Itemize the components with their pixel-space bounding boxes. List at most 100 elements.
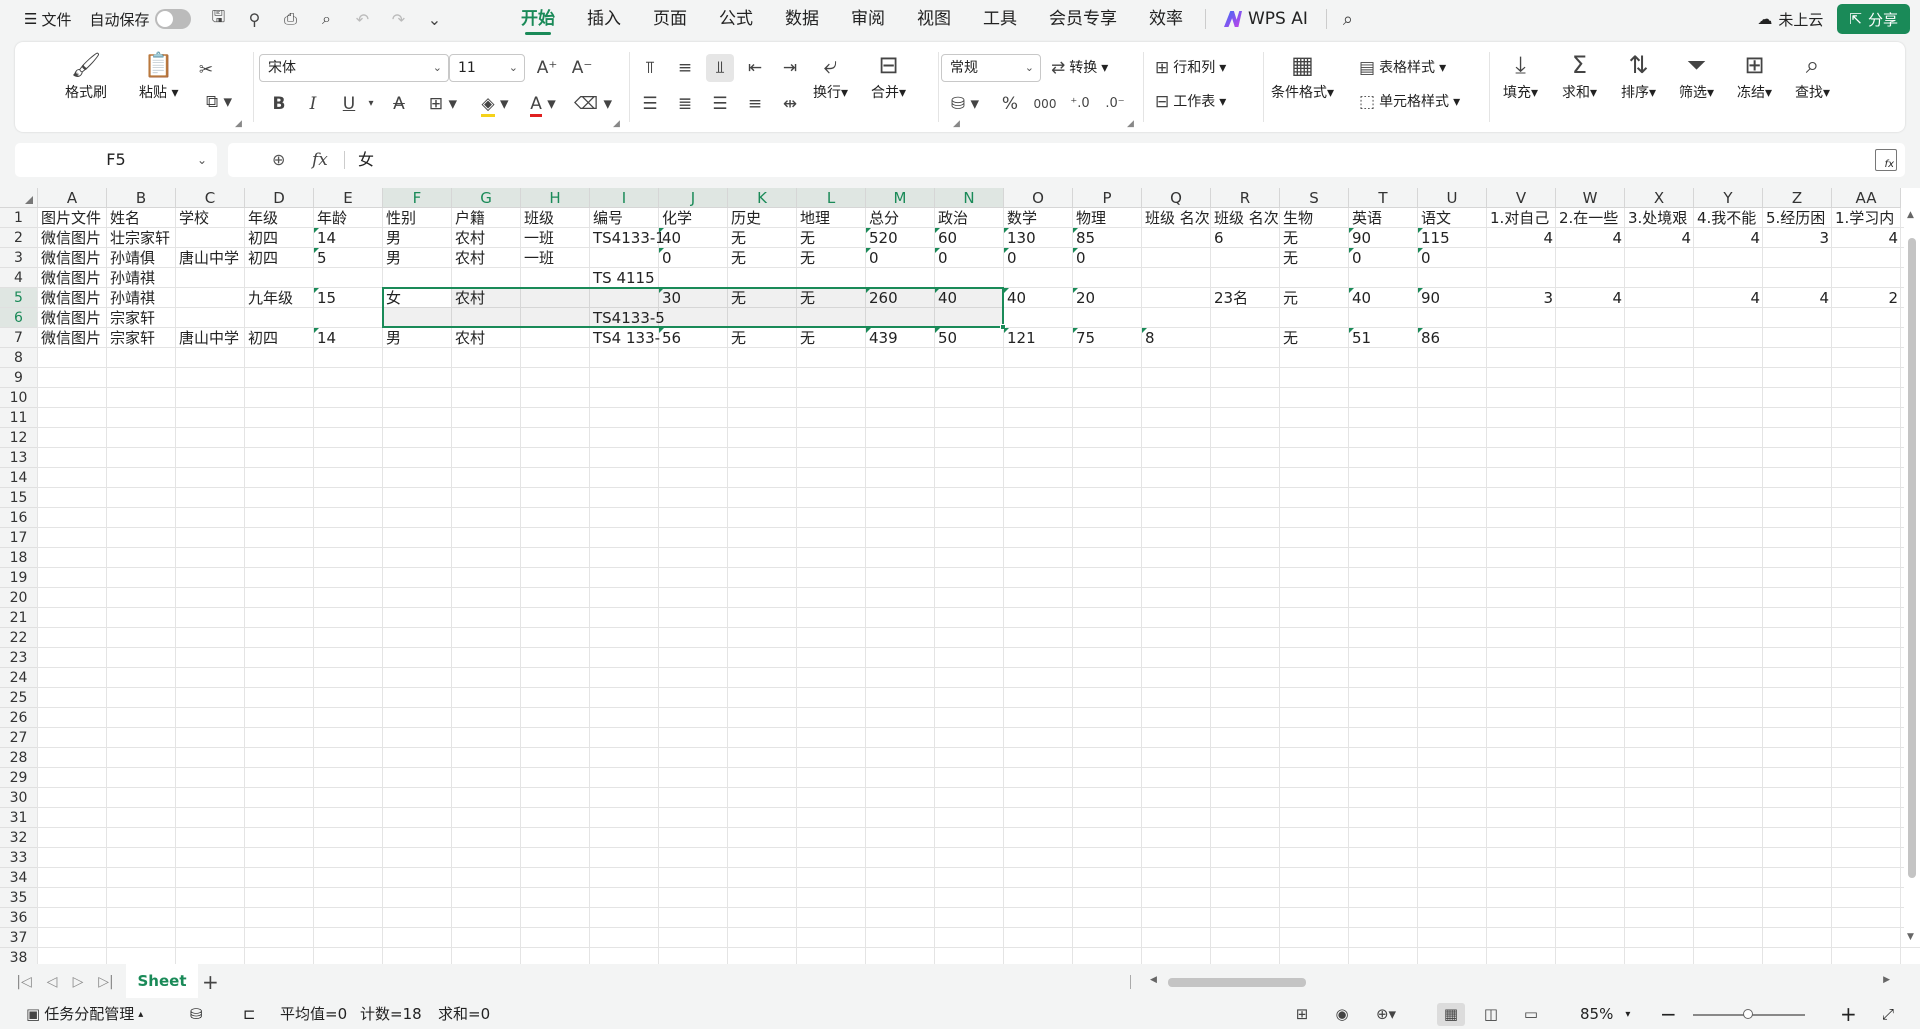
cell-l5[interactable]: 无	[797, 288, 866, 308]
cell-n2[interactable]: 60	[935, 228, 1004, 248]
row-header-35[interactable]: 35	[0, 888, 38, 908]
cell-n7[interactable]: 50	[935, 328, 1004, 348]
print-icon[interactable]: ⎙	[275, 9, 305, 29]
cell-a7[interactable]: 微信图片	[38, 328, 107, 348]
fill-button[interactable]: ⤓ 填充▾	[1503, 48, 1538, 102]
column-header-c[interactable]: C	[176, 188, 245, 208]
currency-icon[interactable]: ⛁ ▾	[945, 90, 985, 118]
row-header-17[interactable]: 17	[0, 528, 38, 548]
cell-m5[interactable]: 260	[866, 288, 935, 308]
copy-icon[interactable]: ⧉ ▾	[197, 88, 241, 116]
sum-button[interactable]: Σ 求和▾	[1562, 48, 1597, 102]
row-header-36[interactable]: 36	[0, 908, 38, 928]
cell-e1[interactable]: 年龄	[314, 208, 383, 228]
scroll-down-icon[interactable]: ▼	[1907, 932, 1914, 942]
cell-j1[interactable]: 化学	[659, 208, 728, 228]
cell-h1[interactable]: 班级	[521, 208, 590, 228]
cell-m3[interactable]: 0	[866, 248, 935, 268]
cell-d2[interactable]: 初四	[245, 228, 314, 248]
align-top-icon[interactable]: ⫪	[636, 54, 664, 82]
cell-h2[interactable]: 一班	[521, 228, 590, 248]
cell-p2[interactable]: 85	[1073, 228, 1142, 248]
cell-j3[interactable]: 0	[659, 248, 728, 268]
bold-button[interactable]: B	[265, 90, 293, 118]
row-header-5[interactable]: 5	[0, 288, 38, 308]
row-header-22[interactable]: 22	[0, 628, 38, 648]
distributed-align-icon[interactable]: ⇹	[776, 90, 804, 118]
cell-s1[interactable]: 生物	[1280, 208, 1349, 228]
font-name-select[interactable]: 宋体 ⌄	[259, 54, 449, 82]
column-header-aa[interactable]: AA	[1832, 188, 1901, 208]
filter-button[interactable]: ⏷ 筛选▾	[1679, 48, 1714, 102]
cell-i2[interactable]: TS4133-1	[590, 228, 665, 248]
column-header-a[interactable]: A	[38, 188, 107, 208]
cell-f1[interactable]: 性别	[383, 208, 452, 228]
row-header-8[interactable]: 8	[0, 348, 38, 368]
increase-indent-icon[interactable]: ⇥	[776, 54, 804, 82]
table-style-button[interactable]: ▤ 表格样式 ▾	[1359, 54, 1446, 82]
cell-w1[interactable]: 2.在一些	[1556, 208, 1625, 228]
cell-u1[interactable]: 语文	[1418, 208, 1487, 228]
cell-u3[interactable]: 0	[1418, 248, 1487, 268]
cell-m2[interactable]: 520	[866, 228, 935, 248]
cell-r5[interactable]: 23名	[1211, 288, 1280, 308]
file-menu[interactable]: ☰ 文件	[18, 9, 77, 30]
thousands-separator-button[interactable]: 000	[1031, 90, 1059, 118]
tab-insert[interactable]: 插入	[571, 0, 637, 38]
cell-e5[interactable]: 15	[314, 288, 383, 308]
tab-home[interactable]: 开始	[505, 0, 571, 38]
redo-icon[interactable]: ↷	[383, 10, 413, 29]
decrease-font-icon[interactable]: A⁻	[568, 54, 596, 82]
row-header-28[interactable]: 28	[0, 748, 38, 768]
cell-o7[interactable]: 121	[1004, 328, 1073, 348]
column-header-g[interactable]: G	[452, 188, 521, 208]
find-button[interactable]: ⌕ 查找▾	[1795, 48, 1830, 102]
cell-m7[interactable]: 439	[866, 328, 935, 348]
row-header-19[interactable]: 19	[0, 568, 38, 588]
next-sheet-icon[interactable]: ▷	[66, 964, 90, 1000]
row-header-29[interactable]: 29	[0, 768, 38, 788]
cell-l3[interactable]: 无	[797, 248, 866, 268]
function-wizard-icon[interactable]: fx	[1875, 149, 1897, 171]
row-header-14[interactable]: 14	[0, 468, 38, 488]
cell-b3[interactable]: 孙靖俱	[107, 248, 176, 268]
column-header-n[interactable]: N	[935, 188, 1004, 208]
cell-t7[interactable]: 51	[1349, 328, 1418, 348]
zoom-slider-knob[interactable]	[1743, 1009, 1753, 1019]
conditional-format-button[interactable]: ▦ 条件格式▾	[1271, 48, 1334, 102]
cell-o3[interactable]: 0	[1004, 248, 1073, 268]
cell-c3[interactable]: 唐山中学	[176, 248, 245, 268]
align-center-icon[interactable]: ≣	[671, 90, 699, 118]
align-right-icon[interactable]: ☰	[706, 90, 734, 118]
row-header-13[interactable]: 13	[0, 448, 38, 468]
macro-icon[interactable]: ⛁	[190, 1000, 203, 1029]
cell-j5[interactable]: 30	[659, 288, 728, 308]
format-painter-button[interactable]: 🖌 格式刷	[65, 48, 107, 102]
border-icon[interactable]: ⊞ ▾	[423, 90, 463, 118]
cell-a6[interactable]: 微信图片	[38, 308, 107, 328]
scroll-left-icon[interactable]: ◀	[1150, 975, 1157, 985]
row-header-34[interactable]: 34	[0, 868, 38, 888]
font-color-icon[interactable]: A ▾	[521, 90, 565, 118]
cell-p7[interactable]: 75	[1073, 328, 1142, 348]
number-format-select[interactable]: 常规 ⌄	[941, 54, 1041, 82]
cell-t2[interactable]: 90	[1349, 228, 1418, 248]
wrap-text-button[interactable]: ⤶ 换行▾	[813, 48, 848, 102]
undo-icon[interactable]: ↶	[347, 10, 377, 29]
number-dialog-launcher-icon[interactable]: ◢	[1127, 119, 1134, 129]
cell-b5[interactable]: 孙靖祺	[107, 288, 176, 308]
cell-w5[interactable]: 4	[1556, 288, 1625, 308]
font-dialog-launcher-icon[interactable]: ◢	[613, 119, 620, 129]
row-header-27[interactable]: 27	[0, 728, 38, 748]
cell-i7[interactable]: TS4 133-	[590, 328, 660, 348]
alignment-dialog-launcher-icon[interactable]: ◢	[953, 119, 960, 129]
cut-icon[interactable]: ✂	[192, 56, 220, 84]
tab-review[interactable]: 审阅	[835, 0, 901, 38]
cell-d3[interactable]: 初四	[245, 248, 314, 268]
cell-r1[interactable]: 班级 名次	[1211, 208, 1280, 228]
cell-style-button[interactable]: ⬚ 单元格样式 ▾	[1359, 88, 1460, 116]
cell-h3[interactable]: 一班	[521, 248, 590, 268]
column-header-u[interactable]: U	[1418, 188, 1487, 208]
tab-view[interactable]: 视图	[901, 0, 967, 38]
cell-l1[interactable]: 地理	[797, 208, 866, 228]
